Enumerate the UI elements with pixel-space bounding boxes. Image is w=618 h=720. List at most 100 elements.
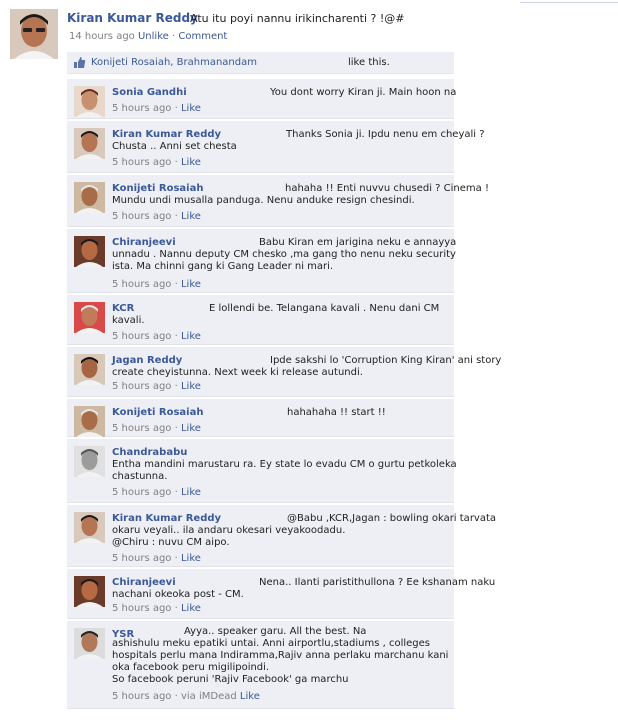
comment-meta: 5 hours ago · Like <box>112 279 201 290</box>
comment-meta: 5 hours ago · Like <box>112 331 201 342</box>
comment-text-line: Ipde sakshi lo 'Corruption King Kiran' a… <box>270 355 502 366</box>
meta-separator: · <box>171 31 176 42</box>
comment-item: Chandrababu Entha mandini marustaru ra. E… <box>67 439 457 503</box>
comment-text-line: ista. Ma chinni gang ki Gang Leader ni m… <box>112 261 334 272</box>
top-divider <box>520 0 618 3</box>
commenter-avatar[interactable] <box>74 628 105 659</box>
comment-text-line: oka facebook peru migilipoindi. <box>112 662 270 673</box>
comment-text-line: Ayya.. speaker garu. All the best. Na <box>184 626 367 637</box>
via-app-link[interactable]: via iMDead <box>181 691 237 702</box>
commenter-avatar[interactable] <box>74 354 105 385</box>
comment-meta: 5 hours ago · Like <box>112 157 201 168</box>
comment-text-line: hospitals perlu mana Indiramma,Rajiv ann… <box>112 650 449 661</box>
comment-text-line: @Chiru : nuvu CM aipo. <box>112 537 230 548</box>
comment-text-line: unnadu . Nannu deputy CM chesko ,ma gang… <box>112 249 456 260</box>
comment-text-line: E lollendi be. Telangana kavali . Nenu d… <box>209 303 440 314</box>
commenter-name[interactable]: Chiranjeevi <box>112 237 176 248</box>
comment-item: Chiranjeevi Nena.. Ilanti paristithullona… <box>67 569 495 619</box>
comment-like-link[interactable]: Like <box>181 553 201 564</box>
comment-like-link[interactable]: Like <box>181 157 201 168</box>
comment-text-line: You dont worry Kiran ji. Main hoon na <box>270 87 457 98</box>
commenter-avatar[interactable] <box>74 236 105 267</box>
comment-text-line: okaru veyali.. ila andaru okesari veyako… <box>112 525 346 536</box>
commenter-name[interactable]: Chandrababu <box>112 447 187 458</box>
commenter-avatar[interactable] <box>74 86 105 117</box>
comment-item: Jagan Reddy Ipde sakshi lo 'Corruption Ki… <box>67 347 501 397</box>
comment-time[interactable]: 5 hours ago <box>112 279 171 290</box>
comment-time[interactable]: 5 hours ago <box>112 691 171 702</box>
comment-like-link[interactable]: Like <box>240 691 260 702</box>
comment-text-line: Chusta .. Anni set chesta <box>112 141 237 152</box>
commenter-name[interactable]: Sonia Gandhi <box>112 87 187 98</box>
comment-item: Chiranjeevi Babu Kiran em jarigina neku e… <box>67 229 456 293</box>
comment-like-link[interactable]: Like <box>181 381 201 392</box>
comment-time[interactable]: 5 hours ago <box>112 381 171 392</box>
comment-text-line: @Babu ,KCR,Jagan : bowling okari tarvata <box>287 513 497 524</box>
comment-text-line: So facebook peruni 'Rajiv Facebook' ga m… <box>112 674 349 685</box>
comment-time[interactable]: 5 hours ago <box>112 553 171 564</box>
comment-item: Kiran Kumar Reddy @Babu ,KCR,Jagan : bowl… <box>67 505 496 567</box>
comment-text-line: Entha mandini marustaru ra. Ey state lo … <box>112 459 457 470</box>
post-meta: 14 hours ago Unlike · Comment <box>69 31 227 42</box>
commenter-avatar[interactable] <box>74 576 105 607</box>
commenter-avatar[interactable] <box>74 182 105 213</box>
comment-like-link[interactable]: Like <box>181 211 201 222</box>
commenter-avatar[interactable] <box>74 406 105 437</box>
comment-time[interactable]: 5 hours ago <box>112 157 171 168</box>
commenter-name[interactable]: Jagan Reddy <box>112 355 182 366</box>
likes-bar: Konijeti Rosaiah, Brahmanandam like this… <box>67 52 454 74</box>
comment-text-line: hahahaha !! start !! <box>287 407 386 418</box>
comment-item: Kiran Kumar Reddy Thanks Sonia ji. Ipdu n… <box>67 121 485 173</box>
comment-meta: 5 hours ago · via iMDead Like <box>112 691 260 702</box>
comment-time[interactable]: 5 hours ago <box>112 103 171 114</box>
comment-link[interactable]: Comment <box>178 31 227 42</box>
comment-meta: 5 hours ago · Like <box>112 487 201 498</box>
commenter-name[interactable]: Kiran Kumar Reddy <box>112 129 221 140</box>
comment-item: YSR Ayya.. speaker garu. All the best. Na… <box>67 621 454 709</box>
commenter-avatar[interactable] <box>74 446 105 477</box>
comment-text-line: Thanks Sonia ji. Ipdu nenu em cheyali ? <box>286 129 485 140</box>
comment-like-link[interactable]: Like <box>181 103 201 114</box>
comment-time[interactable]: 5 hours ago <box>112 423 171 434</box>
comment-text-line: chastunna. <box>112 471 168 482</box>
commenter-name[interactable]: Konijeti Rosaiah <box>112 183 203 194</box>
comment-like-link[interactable]: Like <box>181 487 201 498</box>
comment-time[interactable]: 5 hours ago <box>112 487 171 498</box>
comment-meta: 5 hours ago · Like <box>112 381 201 392</box>
comment-time[interactable]: 5 hours ago <box>112 603 171 614</box>
comment-text-line: Mundu undi musalla panduga. Nenu anduke … <box>112 195 415 206</box>
comment-item: Sonia Gandhi You dont worry Kiran ji. Mai… <box>67 79 457 119</box>
commenter-avatar[interactable] <box>74 302 105 333</box>
commenter-avatar[interactable] <box>74 128 105 159</box>
post-text: Atu itu poyi nannu irikincharenti ? !@# <box>190 12 405 25</box>
comment-text-line: ashishulu meku epatiki untai. Anni airpo… <box>112 638 430 649</box>
likes-suffix: like this. <box>348 57 390 68</box>
post-author-name[interactable]: Kiran Kumar Reddy <box>67 11 198 25</box>
commenter-name[interactable]: Konijeti Rosaiah <box>112 407 203 418</box>
comment-like-link[interactable]: Like <box>181 423 201 434</box>
comment-item: KCR E lollendi be. Telangana kavali . Nen… <box>67 295 454 345</box>
likers-names[interactable]: Konijeti Rosaiah, Brahmanandam <box>91 57 257 68</box>
comment-like-link[interactable]: Like <box>181 279 201 290</box>
commenter-name[interactable]: Chiranjeevi <box>112 577 176 588</box>
commenter-avatar[interactable] <box>74 512 105 543</box>
unlike-link[interactable]: Unlike <box>138 31 169 42</box>
comment-item: Konijeti Rosaiah hahaha !! Enti nuvvu chu… <box>67 175 489 227</box>
thumbs-up-icon <box>73 56 86 69</box>
comment-meta: 5 hours ago · Like <box>112 211 201 222</box>
post-author-avatar[interactable] <box>10 9 58 59</box>
comment-text-line: hahaha !! Enti nuvvu chusedi ? Cinema ! <box>285 183 489 194</box>
post-time[interactable]: 14 hours ago <box>69 31 135 42</box>
comment-text-line: nachani okeoka post - CM. <box>112 589 244 600</box>
commenter-name[interactable]: KCR <box>112 303 134 314</box>
comment-meta: 5 hours ago · Like <box>112 553 201 564</box>
commenter-name[interactable]: Kiran Kumar Reddy <box>112 513 221 524</box>
comment-text-line: Nena.. Ilanti paristithullona ? Ee kshan… <box>259 577 496 588</box>
comment-like-link[interactable]: Like <box>181 331 201 342</box>
comment-like-link[interactable]: Like <box>181 603 201 614</box>
comment-text-line: create cheyistunna. Next week ki release… <box>112 367 363 378</box>
comment-meta: 5 hours ago · Like <box>112 103 201 114</box>
comment-time[interactable]: 5 hours ago <box>112 331 171 342</box>
comment-meta: 5 hours ago · Like <box>112 603 201 614</box>
comment-time[interactable]: 5 hours ago <box>112 211 171 222</box>
